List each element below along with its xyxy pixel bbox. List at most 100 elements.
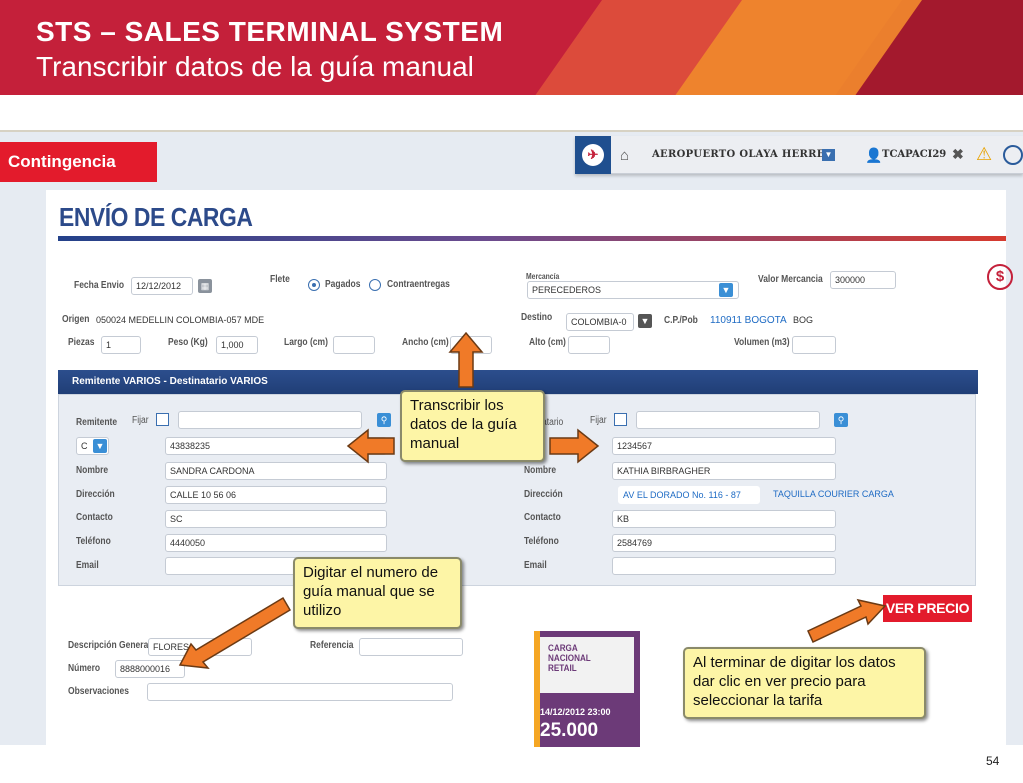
search-icon[interactable]: ⚲ xyxy=(834,413,848,427)
cp-code: BOG xyxy=(793,315,814,325)
remitente-direccion-input[interactable]: CALLE 10 56 06 xyxy=(165,486,387,504)
app-topbar: ✈ ⌂ AEROPUERTO OLAYA HERRER ▼ 👤 TCAPACI2… xyxy=(575,136,1023,174)
airport-selector[interactable]: AEROPUERTO OLAYA HERRER xyxy=(652,149,833,160)
descripcion-label: Descripción General xyxy=(68,640,151,651)
piezas-input[interactable]: 1 xyxy=(101,336,141,354)
tarifa-card[interactable]: CARGA NACIONAL RETAIL 14/12/2012 23:00 2… xyxy=(534,631,640,747)
tarifa-date: 14/12/2012 23:00 xyxy=(540,707,611,717)
destino-label: Destino xyxy=(521,312,553,323)
observaciones-label: Observaciones xyxy=(68,686,129,697)
remitente-fijar-checkbox[interactable] xyxy=(156,413,169,426)
ancho-input[interactable] xyxy=(450,336,492,354)
destinatario-contacto-label: Contacto xyxy=(524,512,561,523)
remitente-doc-input[interactable]: 43838235 xyxy=(165,437,387,455)
remitente-email-label: Email xyxy=(76,560,99,571)
remitente-telefono-input[interactable]: 4440050 xyxy=(165,534,387,552)
airline-logo-icon[interactable]: ✈ xyxy=(575,136,611,174)
numero-label: Número xyxy=(68,663,101,674)
tarifa-line: NACIONAL xyxy=(548,653,591,663)
ver-precio-button[interactable]: VER PRECIO xyxy=(883,595,972,622)
alto-label: Alto (cm) xyxy=(529,337,566,348)
chevron-down-icon[interactable]: ▼ xyxy=(719,283,733,297)
destinatario-contacto-input[interactable]: KB xyxy=(612,510,836,528)
callout-transcribir: Transcribir los datos de la guía manual xyxy=(400,390,545,462)
slide-header: STS – SALES TERMINAL SYSTEM Transcribir … xyxy=(0,0,1023,95)
flete-pagados-label: Pagados xyxy=(325,279,361,290)
user-icon: 👤 xyxy=(865,147,883,163)
chevron-down-icon[interactable]: ▼ xyxy=(93,439,107,453)
close-icon[interactable]: ✖ xyxy=(952,146,964,163)
destinatario-fijar-checkbox[interactable] xyxy=(614,413,627,426)
peso-input[interactable]: 1,000 xyxy=(216,336,258,354)
destinatario-label: atario xyxy=(542,417,564,428)
remitente-telefono-label: Teléfono xyxy=(76,536,111,547)
warning-icon[interactable]: ⚠ xyxy=(976,144,992,165)
destino-select[interactable]: COLOMBIA-0 xyxy=(566,313,634,331)
destinatario-nombre-label: Nombre xyxy=(524,465,557,476)
remitente-nombre-input[interactable]: SANDRA CARDONA xyxy=(165,462,387,480)
origen-label: Origen xyxy=(62,314,90,325)
destinatario-nombre-input[interactable]: KATHIA BIRBRAGHER xyxy=(612,462,836,480)
destinatario-direccion-extra: TAQUILLA COURIER CARGA xyxy=(773,489,894,499)
destinatario-direccion-input[interactable]: AV EL DORADO No. 116 - 87 xyxy=(618,486,760,504)
remitente-search-input[interactable] xyxy=(178,411,362,429)
dollar-icon[interactable]: $ xyxy=(987,264,1013,290)
remitente-contacto-input[interactable]: SC xyxy=(165,510,387,528)
referencia-input[interactable] xyxy=(359,638,463,656)
descripcion-input[interactable]: FLORES xyxy=(148,638,252,656)
largo-label: Largo (cm) xyxy=(284,337,328,348)
destinatario-doc-input[interactable]: 1234567 xyxy=(612,437,836,455)
largo-input[interactable] xyxy=(333,336,375,354)
flete-pagados-radio[interactable] xyxy=(308,279,320,291)
fecha-envio-input[interactable]: 12/12/2012 xyxy=(131,277,193,295)
piezas-label: Piezas xyxy=(68,337,95,348)
origen-value: 050024 MEDELLIN COLOMBIA-057 MDE xyxy=(96,315,265,325)
destinatario-email-label: Email xyxy=(524,560,547,571)
volumen-input[interactable] xyxy=(792,336,836,354)
observaciones-input[interactable] xyxy=(147,683,453,701)
destinatario-fijar-label: Fijar xyxy=(590,415,607,426)
chat-icon[interactable] xyxy=(1003,145,1023,165)
cp-label: C.P./Pob xyxy=(664,315,698,326)
destinatario-search-input[interactable] xyxy=(636,411,820,429)
remitente-direccion-label: Dirección xyxy=(76,489,115,500)
destinatario-telefono-label: Teléfono xyxy=(524,536,559,547)
peso-label: Peso (Kg) xyxy=(168,337,208,348)
tarifa-line: CARGA xyxy=(548,643,578,653)
ancho-label: Ancho (cm) xyxy=(402,337,449,348)
remitente-contacto-label: Contacto xyxy=(76,512,113,523)
mercancia-label: Mercancía xyxy=(526,272,560,281)
home-icon[interactable]: ⌂ xyxy=(620,147,629,164)
tarifa-card-header: CARGA NACIONAL RETAIL xyxy=(540,637,634,693)
title-divider xyxy=(58,236,1006,241)
page-title: ENVÍO DE CARGA xyxy=(59,202,253,232)
chevron-down-icon[interactable]: ▼ xyxy=(638,314,652,328)
user-name: TCAPACI29 xyxy=(882,149,947,160)
alto-input[interactable] xyxy=(568,336,610,354)
calendar-icon[interactable]: ▦ xyxy=(198,279,212,293)
mercancia-select[interactable]: PERECEDEROS xyxy=(527,281,739,299)
tarifa-line: RETAIL xyxy=(548,663,577,673)
volumen-label: Volumen (m3) xyxy=(734,337,790,348)
cp-value: 110911 BOGOTA xyxy=(710,315,787,326)
flete-contraentregas-label: Contraentregas xyxy=(387,279,450,290)
slide-title: STS – SALES TERMINAL SYSTEM xyxy=(36,16,504,47)
remitente-nombre-label: Nombre xyxy=(76,465,109,476)
valor-mercancia-input[interactable]: 300000 xyxy=(830,271,896,289)
remitente-label: Remitente xyxy=(76,417,118,428)
numero-guia-input[interactable]: 8888000016 xyxy=(115,660,185,678)
page-number: 54 xyxy=(986,754,1000,768)
destinatario-email-input[interactable] xyxy=(612,557,836,575)
contingencia-badge: Contingencia xyxy=(0,142,157,182)
search-icon[interactable]: ⚲ xyxy=(377,413,391,427)
callout-digitar: Digitar el numero de guía manual que se … xyxy=(293,557,462,629)
referencia-label: Referencia xyxy=(310,640,354,651)
flete-contraentregas-radio[interactable] xyxy=(369,279,381,291)
fecha-envio-label: Fecha Envio xyxy=(74,280,125,291)
tarifa-price: 25.000 xyxy=(540,720,599,741)
valor-mercancia-label: Valor Mercancia xyxy=(758,274,823,285)
flete-label: Flete xyxy=(270,274,290,285)
destinatario-direccion-label: Dirección xyxy=(524,489,563,500)
destinatario-telefono-input[interactable]: 2584769 xyxy=(612,534,836,552)
chevron-down-icon[interactable]: ▼ xyxy=(822,149,835,161)
